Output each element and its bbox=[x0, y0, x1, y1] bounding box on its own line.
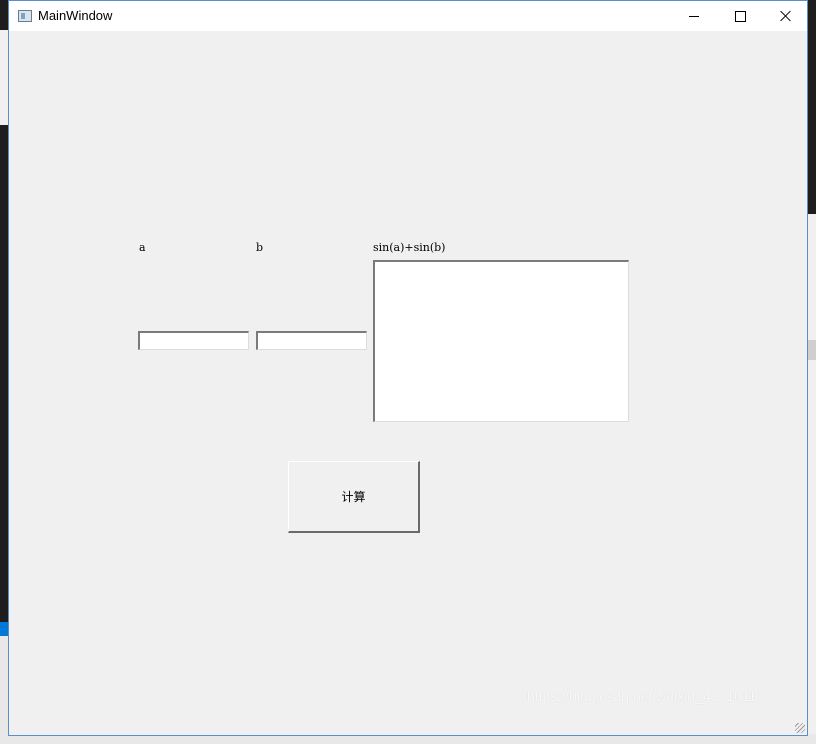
close-button[interactable] bbox=[763, 1, 809, 31]
close-icon bbox=[780, 10, 792, 22]
label-b: b bbox=[256, 241, 264, 254]
compute-button[interactable]: 计算 bbox=[288, 461, 420, 533]
app-icon bbox=[18, 10, 32, 22]
maximize-icon bbox=[734, 10, 746, 22]
background-window-left-highlight bbox=[0, 622, 8, 636]
size-grip-icon[interactable] bbox=[795, 723, 805, 733]
background-window-left-light bbox=[0, 30, 8, 125]
window-title: MainWindow bbox=[38, 8, 113, 23]
input-a[interactable] bbox=[138, 331, 249, 350]
watermark-text: https://blog.csdn.net/weixin_4371011 bbox=[527, 688, 757, 704]
background-window-right-bar bbox=[808, 340, 816, 360]
input-b[interactable] bbox=[256, 331, 367, 350]
title-bar[interactable]: MainWindow bbox=[9, 1, 807, 31]
background-window-right-dark bbox=[808, 0, 816, 214]
label-result: sin(a)+sin(b) bbox=[373, 241, 446, 254]
maximize-button[interactable] bbox=[717, 1, 763, 31]
main-window: MainWindow a b sin(a)+sin(b) 计算 bbox=[8, 0, 808, 736]
background-window-left-bottom bbox=[0, 636, 8, 744]
minimize-icon bbox=[689, 15, 699, 17]
central-widget: a b sin(a)+sin(b) 计算 bbox=[9, 31, 807, 735]
label-a: a bbox=[139, 241, 146, 254]
minimize-button[interactable] bbox=[671, 1, 717, 31]
result-textbox[interactable] bbox=[373, 260, 629, 422]
